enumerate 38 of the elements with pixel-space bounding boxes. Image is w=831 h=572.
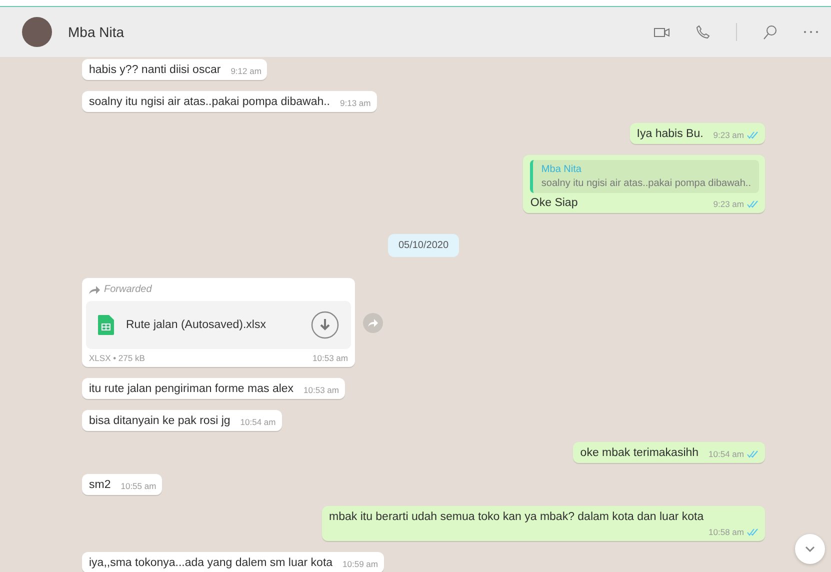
file-info: XLSX • 275 kB: [89, 353, 145, 363]
forward-arrow-icon: [89, 286, 100, 294]
quote-author: Mba Nita: [541, 164, 582, 175]
download-icon[interactable]: [311, 311, 339, 339]
chevron-down-icon: [805, 546, 815, 552]
message-text: Iya habis Bu.: [636, 128, 704, 140]
message-text: soalny itu ngisi air atas..pakai pompa dibawah..: [89, 96, 330, 108]
quote-text: soalny itu ngisi air atas..pakai pompa dibawah..: [541, 178, 751, 189]
forwarded-text: Forwarded: [104, 284, 152, 295]
message-time: 9:23 am: [713, 199, 744, 209]
message-text: bisa ditanyain ke pak rosi jg: [89, 415, 230, 427]
phone-icon[interactable]: [696, 25, 710, 39]
message-time: 10:55 am: [120, 481, 156, 491]
video-call-icon[interactable]: [654, 26, 670, 38]
message-time: 10:53 am: [312, 353, 348, 363]
message-text: iya,,sma tokonya...ada yang dalem sm luar kota: [89, 557, 333, 569]
message-time: 10:53 am: [304, 385, 339, 395]
avatar: [22, 17, 52, 47]
file-attachment[interactable]: Rute jalan (Autosaved).xlsx: [86, 301, 351, 349]
message-time: 10:54 am: [240, 417, 276, 427]
message-time: 10:58 am: [708, 527, 744, 537]
search-icon[interactable]: [763, 24, 777, 40]
message-time: 9:13 am: [340, 98, 371, 108]
message-text: mbak itu berarti udah semua toko kan ya mbak? dalam kota dan luar kota: [329, 511, 704, 523]
contact-name: Mba Nita: [68, 24, 124, 40]
message-time: 10:54 am: [708, 449, 744, 459]
message-text: itu rute jalan pengiriman forme mas alex: [89, 383, 294, 395]
message-text: sm2: [89, 479, 111, 491]
message-text: oke mbak terimakasihh: [580, 447, 699, 459]
message-time: 10:59 am: [342, 559, 378, 569]
date-divider: 05/10/2020: [388, 234, 459, 257]
file-name: Rute jalan (Autosaved).xlsx: [126, 319, 267, 331]
message-time: 9:12 am: [230, 66, 262, 76]
message-time: 9:23 am: [713, 130, 744, 140]
message-text: habis y?? nanti diisi oscar: [89, 64, 221, 76]
message-text: Oke Siap: [530, 197, 578, 209]
more-icon[interactable]: [803, 30, 819, 34]
spreadsheet-file-icon: [98, 315, 114, 335]
